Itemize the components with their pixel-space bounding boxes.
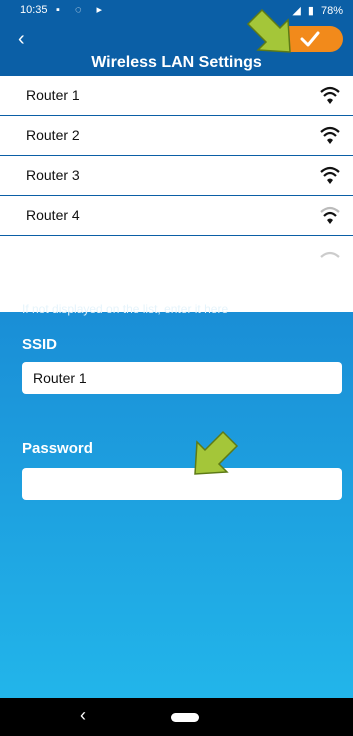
annotation-arrow-icon	[194, 430, 239, 475]
annotation-arrow-icon	[246, 8, 291, 53]
nav-home-pill[interactable]	[171, 713, 199, 722]
network-item-partial	[0, 236, 353, 272]
network-item[interactable]: Router 2	[0, 116, 353, 156]
network-item[interactable]: Router 1	[0, 76, 353, 116]
manual-entry-hint: If not displayed on the list, enter it h…	[22, 302, 229, 316]
network-name: Router 3	[26, 167, 80, 183]
wifi-faint-icon	[320, 251, 340, 258]
battery-percent: 78%	[320, 5, 343, 17]
system-nav-bar: ‹	[0, 698, 353, 736]
network-list[interactable]: Router 1 Router 2 Router 3 Router 4	[0, 76, 353, 312]
manual-entry-panel: If not displayed on the list, enter it h…	[0, 302, 353, 698]
battery-icon: ▮	[307, 5, 314, 17]
chevron-left-icon[interactable]: ‹	[18, 28, 25, 51]
nav-back-icon[interactable]: ‹	[80, 705, 86, 726]
wifi-full-icon	[320, 86, 340, 104]
status-time: 10:35	[20, 4, 48, 16]
wifi-full-icon	[320, 126, 340, 144]
password-label: Password	[22, 440, 93, 457]
wifi-full-icon	[320, 166, 340, 184]
ssid-input[interactable]	[22, 362, 342, 394]
network-item[interactable]: Router 3	[0, 156, 353, 196]
network-name: Router 2	[26, 127, 80, 143]
notification-icons: ▪ ◌ ▸	[56, 4, 109, 16]
network-item[interactable]: Router 4	[0, 196, 353, 236]
ssid-label: SSID	[22, 336, 58, 353]
wifi-weak-icon	[320, 206, 340, 224]
network-name: Router 1	[26, 87, 80, 103]
network-name: Router 4	[26, 207, 80, 223]
